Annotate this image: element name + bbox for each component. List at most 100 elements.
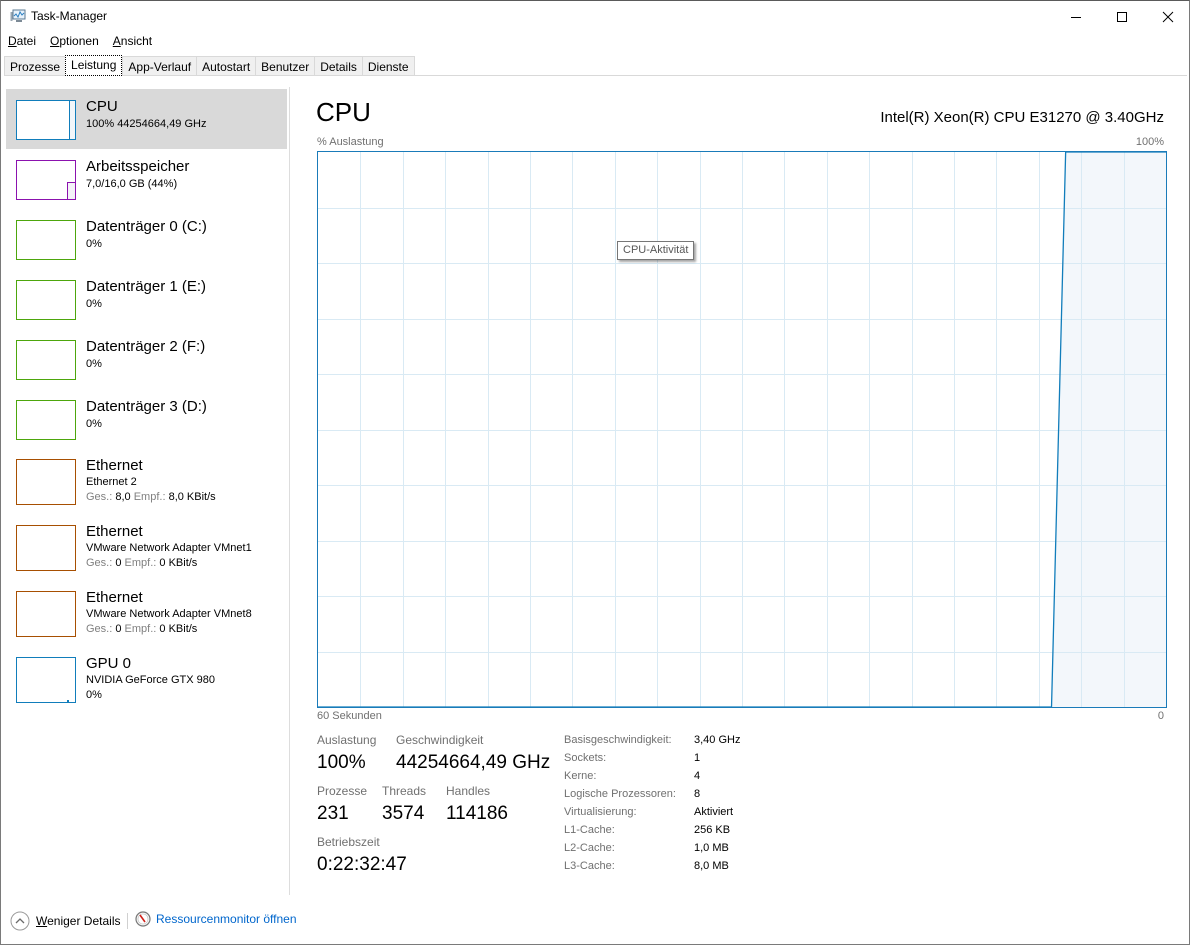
- sidebar-item-ethernet-1[interactable]: Ethernet Ethernet 2 Ges.: 8,0 Empf.: 8,0…: [6, 449, 287, 515]
- sidebar-item-throughput: Ges.: 0 Empf.: 0 KBit/s: [86, 623, 197, 635]
- tab-leistung[interactable]: Leistung: [65, 55, 123, 76]
- sidebar-item-disk-1[interactable]: Datenträger 1 (E:) 0%: [6, 269, 287, 329]
- sidebar-item-gpu-0[interactable]: GPU 0 NVIDIA GeForce GTX 980 0%: [6, 647, 287, 713]
- disk-thumbnail-graph: [16, 400, 76, 440]
- tab-details[interactable]: Details: [314, 56, 362, 76]
- sidebar-item-title: GPU 0: [86, 655, 132, 672]
- sidebar-item-title: Ethernet: [86, 457, 143, 474]
- send-value: 8,0: [115, 491, 131, 503]
- info-value-cores: 4: [694, 770, 701, 782]
- sidebar-item-throughput: Ges.: 0 Empf.: 0 KBit/s: [86, 557, 197, 569]
- send-label: Ges.:: [86, 557, 113, 569]
- title-bar[interactable]: Task-Manager: [1, 1, 1189, 32]
- processes-label: Prozesse: [317, 784, 368, 798]
- recv-value: 0 KBit/s: [159, 557, 198, 569]
- uptime-label: Betriebszeit: [317, 835, 380, 849]
- sidebar-item-detail: 0%: [86, 689, 102, 701]
- info-value-logical-processors: 8: [694, 788, 701, 800]
- cpu-usage-graph[interactable]: [317, 151, 1167, 708]
- open-resource-monitor-label: Ressourcenmonitor öffnen: [156, 912, 297, 926]
- sidebar-item-ethernet-3[interactable]: Ethernet VMware Network Adapter VMnet8 G…: [6, 581, 287, 647]
- sidebar-item-disk-3[interactable]: Datenträger 3 (D:) 0%: [6, 389, 287, 449]
- close-button[interactable]: [1145, 1, 1190, 32]
- footer-divider: [127, 913, 128, 929]
- speed-value: 44254664,49 GHz: [396, 752, 551, 773]
- sidebar-item-detail: 100% 44254664,49 GHz: [86, 118, 207, 130]
- tab-dienste[interactable]: Dienste: [361, 56, 415, 76]
- graph-y-max-label: 100%: [1135, 136, 1164, 148]
- minimize-button[interactable]: [1053, 1, 1099, 32]
- send-value: 0: [115, 557, 122, 569]
- speed-label: Geschwindigkeit: [396, 733, 484, 747]
- graph-x-right-label: 0: [1157, 710, 1164, 722]
- cpu-model-name: Intel(R) Xeon(R) CPU E31270 @ 3.40GHz: [880, 109, 1164, 126]
- close-icon: [1162, 11, 1174, 22]
- menu-optionen[interactable]: Optionen: [50, 32, 99, 52]
- utilization-label: Auslastung: [317, 733, 377, 747]
- memory-thumbnail-graph: [16, 160, 76, 200]
- fewer-details-button[interactable]: Weniger Details: [10, 911, 120, 931]
- info-label-cores: Kerne:: [564, 770, 597, 782]
- tab-strip: Prozesse Leistung App-Verlauf Autostart …: [4, 55, 1187, 76]
- window-title: Task-Manager: [31, 9, 108, 23]
- sidebar-item-title: Datenträger 1 (E:): [86, 278, 207, 295]
- network-thumbnail-graph: [16, 459, 76, 505]
- processes-value: 231: [317, 803, 349, 824]
- page-title: CPU: [316, 97, 371, 127]
- sidebar-item-memory[interactable]: Arbeitsspeicher 7,0/16,0 GB (44%): [6, 149, 287, 209]
- recv-label: Empf.:: [133, 491, 166, 503]
- info-label-base-speed: Basisgeschwindigkeit:: [564, 734, 672, 746]
- menu-datei[interactable]: Datei: [8, 32, 36, 52]
- sidebar-item-detail: 0%: [86, 298, 102, 310]
- tab-prozesse[interactable]: Prozesse: [4, 56, 66, 76]
- menu-optionen-label: ptionen: [59, 34, 99, 48]
- fewer-details-accel: W: [36, 914, 48, 928]
- sidebar-item-detail: 0%: [86, 358, 102, 370]
- graph-x-left-label: 60 Sekunden: [317, 710, 382, 722]
- fewer-details-label: Weniger Details: [36, 914, 120, 928]
- sidebar-item-adapter: NVIDIA GeForce GTX 980: [86, 674, 215, 686]
- tab-app-verlauf[interactable]: App-Verlauf: [122, 56, 197, 76]
- maximize-button[interactable]: [1099, 1, 1145, 32]
- menu-ansicht[interactable]: Ansicht: [113, 32, 152, 52]
- sidebar-item-detail: 0%: [86, 418, 102, 430]
- maximize-icon: [1117, 11, 1127, 22]
- info-value-l1-cache: 256 KB: [694, 824, 731, 836]
- info-value-l2-cache: 1,0 MB: [694, 842, 729, 854]
- send-label: Ges.:: [86, 623, 113, 635]
- tab-benutzer[interactable]: Benutzer: [255, 56, 315, 76]
- info-value-virtualization: Aktiviert: [694, 806, 734, 818]
- footer-bar: Weniger Details Ressourcenmonitor öffnen: [1, 906, 1189, 936]
- sidebar-item-title: Datenträger 0 (C:): [86, 218, 207, 235]
- recv-value: 0 KBit/s: [159, 623, 198, 635]
- task-manager-app-icon: [10, 9, 26, 23]
- sidebar-item-title: Datenträger 2 (F:): [86, 338, 206, 355]
- resource-monitor-icon: [135, 911, 151, 927]
- sidebar-item-disk-2[interactable]: Datenträger 2 (F:) 0%: [6, 329, 287, 389]
- handles-label: Handles: [446, 784, 491, 798]
- threads-value: 3574: [382, 803, 425, 824]
- cpu-thumbnail-graph: [16, 100, 76, 140]
- fewer-details-text: eniger Details: [47, 914, 121, 928]
- cpu-graph-canvas: [318, 152, 1166, 707]
- task-manager-window: Task-Manager Datei Optionen Ansicht Proz…: [0, 0, 1190, 945]
- send-label: Ges.:: [86, 491, 113, 503]
- info-label-virtualization: Virtualisierung:: [564, 806, 637, 818]
- recv-label: Empf.:: [124, 557, 157, 569]
- sidebar-item-adapter: Ethernet 2: [86, 476, 137, 488]
- threads-label: Threads: [382, 784, 427, 798]
- sidebar-item-disk-0[interactable]: Datenträger 0 (C:) 0%: [6, 209, 287, 269]
- open-resource-monitor-link[interactable]: Ressourcenmonitor öffnen: [135, 911, 297, 927]
- disk-thumbnail-graph: [16, 280, 76, 320]
- menu-bar: Datei Optionen Ansicht: [1, 32, 1189, 52]
- sidebar-item-title: Datenträger 3 (D:): [86, 398, 207, 415]
- sidebar-item-ethernet-2[interactable]: Ethernet VMware Network Adapter VMnet1 G…: [6, 515, 287, 581]
- tab-autostart[interactable]: Autostart: [196, 56, 256, 76]
- handles-value: 114186: [446, 803, 508, 824]
- disk-thumbnail-graph: [16, 340, 76, 380]
- gpu-thumbnail-graph: [16, 657, 76, 703]
- utilization-value: 100%: [317, 752, 366, 773]
- minimize-icon: [1071, 16, 1081, 18]
- sidebar-item-cpu[interactable]: CPU 100% 44254664,49 GHz: [6, 89, 287, 149]
- sidebar-item-title: Arbeitsspeicher: [86, 158, 190, 175]
